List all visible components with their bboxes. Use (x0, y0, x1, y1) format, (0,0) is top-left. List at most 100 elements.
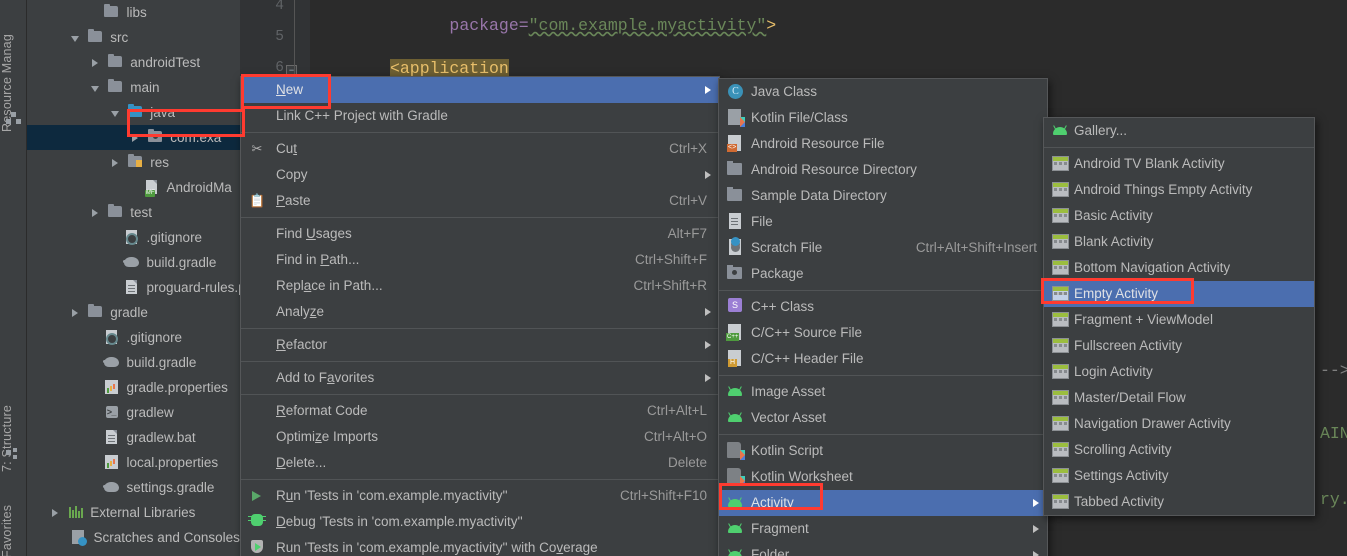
tree-item-androidtest[interactable]: androidTest (27, 50, 240, 75)
menu-item-fragment[interactable]: Fragment (719, 516, 1047, 542)
menu-item-new[interactable]: New (241, 77, 719, 103)
chevron-down-icon[interactable] (90, 75, 103, 100)
menu-item-android-resource-directory[interactable]: Android Resource Directory (719, 157, 1047, 183)
menu-item-shortcut: Ctrl+Alt+L (646, 403, 707, 418)
activity-template-icon (1050, 489, 1070, 515)
menu-item-find-in-path[interactable]: Find in Path... Ctrl+Shift+F (241, 247, 719, 273)
tree-item-settings-gradle[interactable]: settings.gradle (27, 475, 240, 500)
menu-item-find-usages[interactable]: Find Usages Alt+F7 (241, 221, 719, 247)
menu-item-link-cpp-project[interactable]: Link C++ Project with Gradle (241, 103, 719, 129)
tree-item-gradlew-bat[interactable]: gradlew.bat (27, 425, 240, 450)
chevron-down-icon[interactable] (70, 25, 83, 50)
gradle-icon (102, 350, 120, 375)
tree-item-gradlew[interactable]: >_ gradlew (27, 400, 240, 425)
android-icon (725, 490, 745, 516)
tree-item-local-properties[interactable]: local.properties (27, 450, 240, 475)
tree-item-package-com-example[interactable]: com.exa (27, 125, 240, 150)
menu-item-label: C/C++ Source File (751, 325, 863, 340)
menu-item-cpp-source-file[interactable]: C/C++ Source File (719, 320, 1047, 346)
chevron-right-icon[interactable] (50, 500, 63, 525)
menu-item-blank-activity[interactable]: Blank Activity (1044, 229, 1314, 255)
menu-item-fragment-viewmodel[interactable]: Fragment + ViewModel (1044, 307, 1314, 333)
menu-item-kotlin-script[interactable]: Kotlin Script (719, 438, 1047, 464)
menu-item-login-activity[interactable]: Login Activity (1044, 359, 1314, 385)
menu-item-folder[interactable]: Folder (719, 542, 1047, 556)
menu-item-kotlin-file-class[interactable]: Kotlin File/Class (719, 105, 1047, 131)
new-submenu[interactable]: C Java Class Kotlin File/Class Android R… (718, 78, 1048, 556)
activity-submenu[interactable]: Gallery... Android TV Blank Activity And… (1043, 117, 1315, 516)
menu-item-debug-tests[interactable]: Debug 'Tests in 'com.example.myactivity'… (241, 509, 719, 535)
tree-item-libs[interactable]: libs (27, 0, 240, 25)
activity-template-icon (1050, 203, 1070, 229)
chevron-right-icon[interactable] (90, 50, 103, 75)
menu-item-master-detail-flow[interactable]: Master/Detail Flow (1044, 385, 1314, 411)
menu-item-package[interactable]: Package (719, 261, 1047, 287)
menu-item-file[interactable]: File (719, 209, 1047, 235)
chevron-right-icon[interactable] (110, 150, 123, 175)
tree-item-gradle-properties[interactable]: gradle.properties (27, 375, 240, 400)
tree-item-proguard-rules[interactable]: proguard-rules.p (27, 275, 240, 300)
menu-separator (241, 479, 719, 480)
menu-item-android-things-empty-activity[interactable]: Android Things Empty Activity (1044, 177, 1314, 203)
project-tree-panel[interactable]: libs src androidTest main java com.exa r… (27, 0, 240, 556)
menu-item-sample-data-directory[interactable]: Sample Data Directory (719, 183, 1047, 209)
menu-item-run-tests[interactable]: Run 'Tests in 'com.example.myactivity'' … (241, 483, 719, 509)
tree-item-src[interactable]: src (27, 25, 240, 50)
menu-item-label: Blank Activity (1074, 234, 1154, 249)
tree-item-gitignore-root[interactable]: .gitignore (27, 325, 240, 350)
tree-item-build-gradle-root[interactable]: build.gradle (27, 350, 240, 375)
menu-item-scratch-file[interactable]: Scratch File Ctrl+Alt+Shift+Insert (719, 235, 1047, 261)
context-menu[interactable]: New Link C++ Project with Gradle ✂ Cut C… (240, 76, 720, 556)
menu-item-kotlin-worksheet[interactable]: Kotlin Worksheet (719, 464, 1047, 490)
menu-item-android-resource-file[interactable]: Android Resource File (719, 131, 1047, 157)
tree-item-java[interactable]: java (27, 100, 240, 125)
menu-item-analyze[interactable]: Analyze (241, 299, 719, 325)
menu-item-navigation-drawer-activity[interactable]: Navigation Drawer Activity (1044, 411, 1314, 437)
menu-item-bottom-navigation-activity[interactable]: Bottom Navigation Activity (1044, 255, 1314, 281)
menu-separator (719, 434, 1047, 435)
tree-item-gitignore-app[interactable]: .gitignore (27, 225, 240, 250)
code-fold-toggle[interactable]: − (286, 65, 297, 76)
menu-item-java-class[interactable]: C Java Class (719, 79, 1047, 105)
menu-item-scrolling-activity[interactable]: Scrolling Activity (1044, 437, 1314, 463)
menu-item-settings-activity[interactable]: Settings Activity (1044, 463, 1314, 489)
menu-item-run-tests-with-coverage[interactable]: Run 'Tests in 'com.example.myactivity'' … (241, 535, 719, 556)
tree-item-external-libraries[interactable]: External Libraries (27, 500, 240, 525)
tree-item-test[interactable]: test (27, 200, 240, 225)
menu-item-basic-activity[interactable]: Basic Activity (1044, 203, 1314, 229)
menu-item-cut[interactable]: ✂ Cut Ctrl+X (241, 136, 719, 162)
menu-item-vector-asset[interactable]: Vector Asset (719, 405, 1047, 431)
tree-item-res[interactable]: res (27, 150, 240, 175)
menu-item-label: File (751, 214, 773, 229)
menu-item-tabbed-activity[interactable]: Tabbed Activity (1044, 489, 1314, 515)
menu-item-cpp-class[interactable]: S C++ Class (719, 294, 1047, 320)
tree-item-gradle-folder[interactable]: gradle (27, 300, 240, 325)
menu-item-optimize-imports[interactable]: Optimize Imports Ctrl+Alt+O (241, 424, 719, 450)
chevron-right-icon[interactable] (90, 200, 103, 225)
tree-item-androidmanifest[interactable]: MF AndroidMa (27, 175, 240, 200)
chevron-down-icon[interactable] (110, 100, 123, 125)
menu-item-copy[interactable]: Copy (241, 162, 719, 188)
menu-item-image-asset[interactable]: Image Asset (719, 379, 1047, 405)
tree-item-main[interactable]: main (27, 75, 240, 100)
tree-item-scratches-and-consoles[interactable]: Scratches and Consoles (27, 525, 240, 550)
menu-item-replace-in-path[interactable]: Replace in Path... Ctrl+Shift+R (241, 273, 719, 299)
tool-tab-favorites[interactable]: Favorites (0, 488, 27, 556)
tree-item-build-gradle-app[interactable]: build.gradle (27, 250, 240, 275)
file-icon (123, 275, 140, 300)
menu-item-paste[interactable]: 📋 Paste Ctrl+V (241, 188, 719, 214)
menu-item-cpp-header-file[interactable]: C/C++ Header File (719, 346, 1047, 372)
folder-icon (725, 183, 745, 209)
menu-item-empty-activity[interactable]: Empty Activity (1044, 281, 1314, 307)
menu-item-activity[interactable]: Activity (719, 490, 1047, 516)
menu-item-reformat-code[interactable]: Reformat Code Ctrl+Alt+L (241, 398, 719, 424)
chevron-right-icon[interactable] (130, 125, 143, 150)
menu-item-add-to-favorites[interactable]: Add to Favorites (241, 365, 719, 391)
tree-item-label: Scratches and Consoles (93, 530, 240, 545)
menu-item-gallery[interactable]: Gallery... (1044, 118, 1314, 144)
menu-item-fullscreen-activity[interactable]: Fullscreen Activity (1044, 333, 1314, 359)
chevron-right-icon[interactable] (70, 300, 83, 325)
menu-item-android-tv-blank-activity[interactable]: Android TV Blank Activity (1044, 151, 1314, 177)
menu-item-delete[interactable]: Delete... Delete (241, 450, 719, 476)
menu-item-refactor[interactable]: Refactor (241, 332, 719, 358)
